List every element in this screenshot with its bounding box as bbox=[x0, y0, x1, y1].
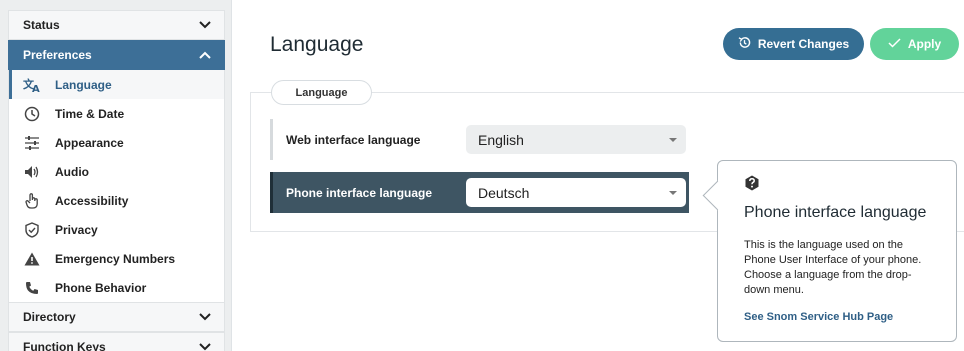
chevron-up-icon bbox=[198, 48, 212, 62]
tooltip-title: Phone interface language bbox=[744, 204, 927, 221]
sidebar-section-label: Preferences bbox=[23, 48, 92, 62]
help-icon bbox=[744, 175, 760, 195]
sidebar-section-preferences[interactable]: Preferences bbox=[8, 40, 225, 70]
revert-changes-label: Revert Changes bbox=[757, 37, 850, 51]
web-interface-language-label: Web interface language bbox=[286, 132, 421, 147]
sidebar-item-time-date[interactable]: Time & Date bbox=[9, 99, 224, 128]
warning-icon bbox=[23, 250, 41, 268]
history-icon bbox=[738, 36, 751, 52]
sidebar-item-appearance[interactable]: Appearance bbox=[9, 128, 224, 157]
phone-icon bbox=[23, 279, 41, 297]
sidebar-section-function-keys[interactable]: Function Keys bbox=[8, 332, 225, 351]
sidebar-section-label: Function Keys bbox=[23, 340, 106, 351]
sidebar-item-label: Privacy bbox=[55, 222, 98, 237]
sidebar-item-label: Accessibility bbox=[55, 193, 129, 208]
shield-check-icon bbox=[23, 221, 41, 239]
tooltip-body: This is the language used on the Phone U… bbox=[744, 239, 922, 296]
preferences-items: 文A Language Time & Date Appearance Audio bbox=[8, 70, 225, 302]
sidebar-item-accessibility[interactable]: Accessibility bbox=[9, 186, 224, 215]
chevron-down-icon bbox=[198, 310, 212, 324]
chevron-down-icon bbox=[198, 340, 212, 351]
clock-icon bbox=[23, 105, 41, 123]
svg-text:A: A bbox=[32, 84, 40, 93]
chevron-down-icon bbox=[198, 18, 212, 32]
hand-icon bbox=[23, 192, 41, 210]
snom-service-hub-link[interactable]: See Snom Service Hub Page bbox=[744, 311, 944, 323]
sidebar-item-label: Language bbox=[55, 77, 112, 92]
sidebar-item-phone-behavior[interactable]: Phone Behavior bbox=[9, 273, 224, 302]
select-value: English bbox=[478, 131, 524, 148]
sidebar-item-label: Time & Date bbox=[55, 106, 125, 121]
main-content: Language Revert Changes Apply Language W… bbox=[233, 0, 964, 351]
sidebar-section-status[interactable]: Status bbox=[8, 10, 225, 40]
select-value: Deutsch bbox=[478, 184, 530, 201]
sidebar-item-emergency-numbers[interactable]: Emergency Numbers bbox=[9, 244, 224, 273]
tab-language[interactable]: Language bbox=[271, 80, 372, 105]
row-indicator bbox=[270, 119, 273, 160]
check-icon bbox=[888, 37, 901, 51]
sidebar-item-language[interactable]: 文A Language bbox=[9, 70, 224, 99]
sidebar-item-audio[interactable]: Audio bbox=[9, 157, 224, 186]
sidebar-item-label: Audio bbox=[55, 164, 89, 179]
revert-changes-button[interactable]: Revert Changes bbox=[723, 28, 864, 60]
sidebar-item-privacy[interactable]: Privacy bbox=[9, 215, 224, 244]
caret-down-icon bbox=[669, 138, 677, 142]
speaker-icon bbox=[23, 163, 41, 181]
sidebar-item-label: Phone Behavior bbox=[55, 280, 147, 295]
sidebar-section-label: Status bbox=[23, 18, 60, 32]
phone-interface-language-label: Phone interface language bbox=[286, 185, 433, 200]
sidebar-item-label: Emergency Numbers bbox=[55, 251, 176, 266]
translate-icon: 文A bbox=[23, 76, 41, 94]
help-tooltip: Phone interface language This is the lan… bbox=[717, 160, 957, 342]
web-interface-language-row: Web interface language English bbox=[270, 119, 690, 160]
phone-interface-language-select[interactable]: Deutsch bbox=[466, 178, 686, 207]
sidebar-section-label: Directory bbox=[23, 310, 76, 324]
sidebar: Status Preferences 文A Language Time & Da… bbox=[0, 0, 232, 351]
apply-label: Apply bbox=[907, 37, 942, 51]
phone-interface-language-row: Phone interface language Deutsch bbox=[270, 172, 689, 213]
row-indicator bbox=[270, 172, 273, 213]
sidebar-section-directory[interactable]: Directory bbox=[8, 302, 225, 332]
sliders-icon bbox=[23, 134, 41, 152]
apply-button[interactable]: Apply bbox=[870, 28, 959, 60]
page-title: Language bbox=[270, 33, 364, 56]
sidebar-item-label: Appearance bbox=[55, 135, 124, 150]
caret-down-icon bbox=[669, 191, 677, 195]
web-interface-language-select[interactable]: English bbox=[466, 125, 686, 154]
